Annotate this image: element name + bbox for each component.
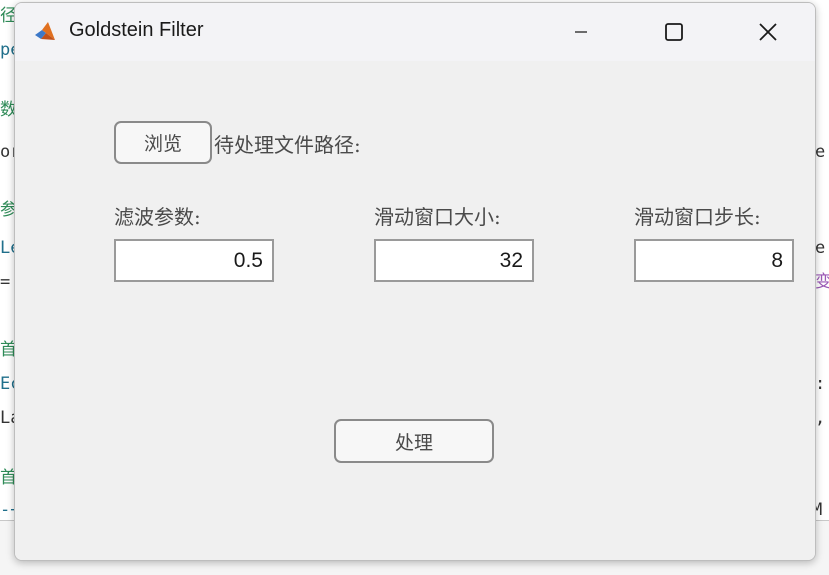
process-button[interactable]: 处理 xyxy=(334,419,494,463)
window-step-label: 滑动窗口步长: xyxy=(634,205,761,229)
goldstein-filter-window: Goldstein Filter 浏览 待处理文件路径: 滤波参数: 滑动窗口大… xyxy=(14,2,816,561)
maximize-button[interactable] xyxy=(651,15,697,49)
bg-code-fragment: e xyxy=(815,142,826,162)
maximize-icon xyxy=(665,23,683,41)
matlab-logo-icon xyxy=(35,22,55,40)
close-button[interactable] xyxy=(745,15,791,49)
window-size-label: 滑动窗口大小: xyxy=(374,205,501,229)
file-path-label: 待处理文件路径: xyxy=(214,133,361,157)
window-step-input[interactable]: 8 xyxy=(634,239,794,282)
title-bar[interactable]: Goldstein Filter xyxy=(15,3,815,61)
filter-param-label: 滤波参数: xyxy=(114,205,201,229)
dialog-content: 浏览 待处理文件路径: 滤波参数: 滑动窗口大小: 滑动窗口步长: 0.5 32… xyxy=(15,61,815,560)
bg-code-fragment: , xyxy=(815,408,826,428)
bg-code-fragment: : xyxy=(815,374,826,394)
browse-button[interactable]: 浏览 xyxy=(114,121,212,164)
window-size-input[interactable]: 32 xyxy=(374,239,534,282)
window-title: Goldstein Filter xyxy=(69,19,204,41)
filter-param-input[interactable]: 0.5 xyxy=(114,239,274,282)
close-icon xyxy=(759,23,777,41)
bg-code-fragment: 变 xyxy=(815,272,829,292)
bg-code-fragment: e xyxy=(815,238,826,258)
minimize-button[interactable] xyxy=(558,15,604,49)
bg-code-fragment: = xyxy=(0,272,11,292)
minimize-icon xyxy=(575,31,587,33)
